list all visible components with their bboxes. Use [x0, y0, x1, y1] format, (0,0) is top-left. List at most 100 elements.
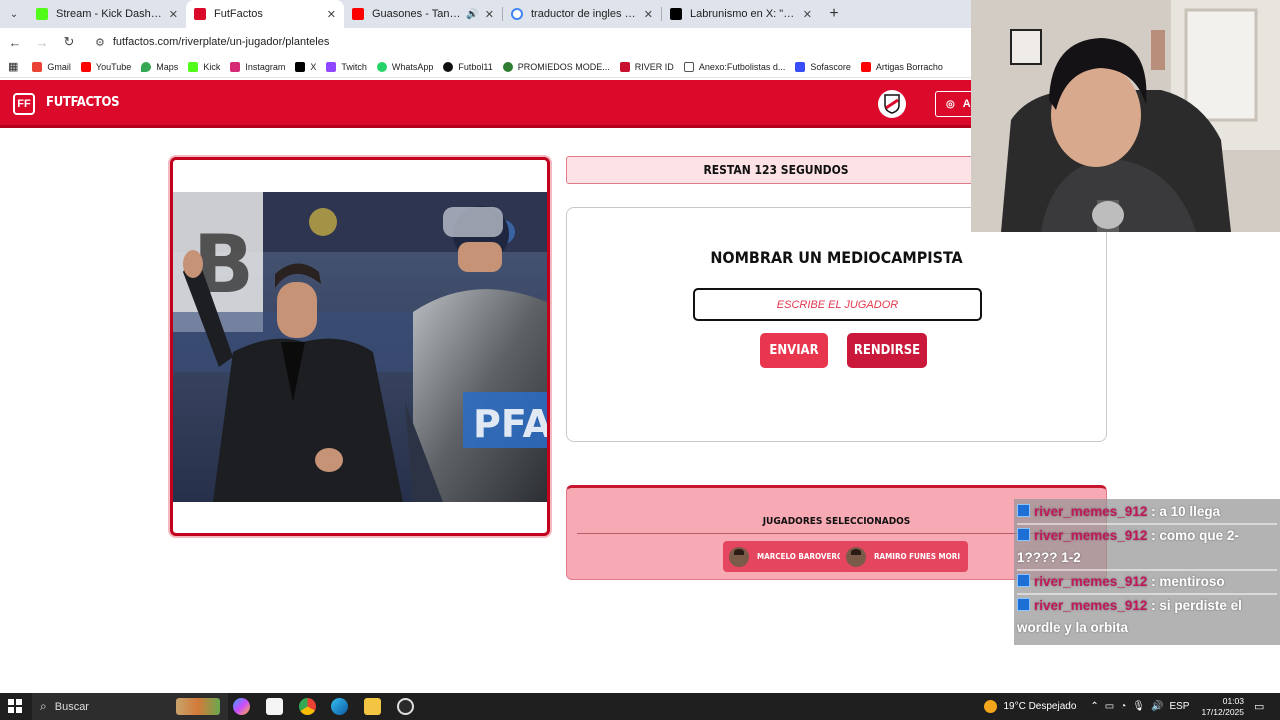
chat-username: river_memes_912 — [1034, 528, 1148, 543]
search-highlight-icon[interactable] — [176, 698, 220, 715]
futfactos-logo-icon[interactable]: FF — [13, 93, 35, 115]
site-brand[interactable]: FUTFACTOS — [46, 95, 120, 110]
chat-text: : a 10 llega — [1151, 504, 1221, 519]
bookmark-label: Kick — [203, 61, 221, 72]
clock[interactable]: 01:03 17/12/2025 — [1201, 696, 1244, 718]
bookmark-futbol11[interactable]: Futbol11 — [443, 61, 493, 72]
edge-icon[interactable] — [331, 698, 348, 715]
chat-message: river_memes_912 : si perdiste el wordle … — [1017, 593, 1277, 639]
browser-tab[interactable]: Labrunismo en X: "Toda la vida ✕ — [662, 0, 820, 28]
sub-badge-icon — [1017, 598, 1030, 611]
bookmark-gmail[interactable]: Gmail — [32, 61, 71, 72]
bookmark-kick[interactable]: Kick — [188, 61, 221, 72]
bookmark-label: Maps — [156, 61, 179, 72]
tab-close-icon[interactable]: ✕ — [169, 8, 178, 21]
youtube-favicon-icon — [352, 8, 364, 20]
bookmark-youtube[interactable]: YouTube — [80, 61, 131, 72]
bookmark-label: RIVER ID — [634, 61, 674, 72]
new-tab-icon[interactable]: + — [820, 0, 848, 28]
tab-close-icon[interactable]: ✕ — [644, 8, 653, 21]
bookmark-wikipedia[interactable]: Anexo:Futbolistas d... — [683, 61, 785, 72]
forward-arrow-icon[interactable]: → — [30, 35, 54, 50]
obs-icon[interactable] — [397, 698, 414, 715]
user-icon: ◎ — [946, 98, 955, 110]
audio-playing-icon[interactable]: 🔊 — [466, 9, 478, 20]
selected-player-chip[interactable]: MARCELO BAROVERO — [723, 541, 852, 572]
windows-start-icon[interactable] — [8, 699, 22, 713]
store-icon[interactable] — [266, 698, 283, 715]
moon-weather-icon — [984, 700, 998, 713]
bookmark-label: PROMIEDOS MODE... — [517, 61, 610, 72]
chat-username: river_memes_912 — [1034, 504, 1148, 519]
bookmark-maps[interactable]: Maps — [141, 61, 179, 72]
tab-close-icon[interactable]: ✕ — [485, 8, 494, 21]
wifi-icon[interactable]: ◔ — [1120, 701, 1126, 712]
bookmark-river-id[interactable]: RIVER ID — [619, 61, 674, 72]
language-indicator[interactable]: ESP — [1169, 701, 1189, 712]
send-button[interactable]: ENVIAR — [760, 333, 828, 368]
sub-badge-icon — [1017, 574, 1030, 587]
windows-taskbar: ⌕ Buscar 19°C Despejado ⌃ ▭ ◔ 🎙 🔊 ESP 01… — [0, 693, 1280, 720]
player-photo: B PFA — [173, 192, 547, 502]
copilot-icon[interactable] — [233, 698, 250, 715]
river-plate-crest-icon[interactable] — [878, 90, 906, 118]
file-explorer-icon[interactable] — [364, 698, 381, 715]
bookmark-sofascore[interactable]: Sofascore — [795, 61, 851, 72]
tab-close-icon[interactable]: ✕ — [327, 8, 336, 21]
guess-card: NOMBRAR UN MEDIOCAMPISTA ENVIAR RENDIRSE — [566, 207, 1107, 442]
promiedos-icon — [502, 61, 513, 72]
tab-title: traductor de ingles - Buscar con — [531, 8, 638, 20]
chevron-up-icon[interactable]: ⌃ — [1090, 701, 1098, 712]
x-favicon-icon — [670, 8, 682, 20]
chat-message: river_memes_912 : mentiroso — [1017, 569, 1277, 593]
bookmark-promiedos[interactable]: PROMIEDOS MODE... — [502, 61, 610, 72]
reload-icon[interactable]: ↻ — [57, 34, 81, 50]
bookmark-whatsapp[interactable]: WhatsApp — [376, 61, 433, 72]
chrome-icon[interactable] — [299, 698, 316, 715]
whatsapp-icon — [376, 61, 387, 72]
chat-username: river_memes_912 — [1034, 574, 1148, 589]
site-info-icon[interactable]: ⚙ — [95, 36, 105, 49]
player-name-input[interactable] — [693, 288, 982, 321]
weather-widget[interactable]: 19°C Despejado — [984, 700, 1076, 713]
weather-text: 19°C Despejado — [1003, 701, 1077, 712]
browser-tab-active[interactable]: FutFactos ✕ — [186, 0, 344, 28]
bookmark-instagram[interactable]: Instagram — [230, 61, 285, 72]
gmail-icon — [32, 61, 43, 72]
player-avatar — [846, 546, 866, 567]
countdown-timer: RESTAN 123 SEGUNDOS — [566, 156, 986, 184]
stream-chat-overlay: river_memes_912 : a 10 llega river_memes… — [1014, 499, 1280, 645]
bookmark-label: X — [310, 61, 317, 72]
microphone-icon[interactable]: 🎙 — [1132, 701, 1145, 712]
display-icon[interactable]: ▭ — [1105, 701, 1114, 712]
google-favicon-icon — [511, 8, 523, 20]
x-icon — [295, 61, 306, 72]
tab-title: Labrunismo en X: "Toda la vida — [690, 8, 797, 20]
notifications-icon[interactable]: ▭ — [1254, 700, 1274, 713]
system-tray: 19°C Despejado ⌃ ▭ ◔ 🎙 🔊 ESP 01:03 17/12… — [984, 693, 1280, 720]
bookmark-artigas[interactable]: Artigas Borracho — [860, 61, 943, 72]
tab-search-chevron-icon[interactable]: ⌄ — [0, 0, 28, 28]
bookmark-x[interactable]: X — [295, 61, 317, 72]
browser-tab[interactable]: Stream - Kick Dashboard ✕ — [28, 0, 186, 28]
clock-time: 01:03 — [1222, 695, 1244, 706]
url-text: futfactos.com/riverplate/un-jugador/plan… — [112, 36, 330, 48]
apps-grid-icon[interactable]: ▦ — [8, 60, 18, 73]
bookmark-twitch[interactable]: Twitch — [326, 61, 367, 72]
bookmark-label: Sofascore — [810, 61, 851, 72]
give-up-button[interactable]: RENDIRSE — [847, 333, 927, 368]
volume-icon[interactable]: 🔊 — [1151, 701, 1163, 712]
maps-pin-icon — [141, 61, 152, 72]
selected-player-chip[interactable]: RAMIRO FUNES MORI — [840, 541, 969, 572]
url-field[interactable]: ⚙ futfactos.com/riverplate/un-jugador/pl… — [95, 36, 329, 49]
clock-date: 17/12/2025 — [1201, 706, 1244, 717]
back-arrow-icon[interactable]: ← — [3, 35, 27, 50]
tab-title: Guasones - Tan distintos Ft — [372, 8, 462, 20]
wikipedia-icon — [683, 61, 694, 72]
browser-tab[interactable]: traductor de ingles - Buscar con ✕ — [503, 0, 661, 28]
bookmark-label: Gmail — [47, 61, 71, 72]
tab-close-icon[interactable]: ✕ — [803, 8, 812, 21]
chat-message: river_memes_912 : a 10 llega — [1017, 501, 1277, 523]
browser-tab[interactable]: Guasones - Tan distintos Ft 🔊 ✕ — [344, 0, 502, 28]
search-placeholder: Buscar — [54, 700, 89, 713]
